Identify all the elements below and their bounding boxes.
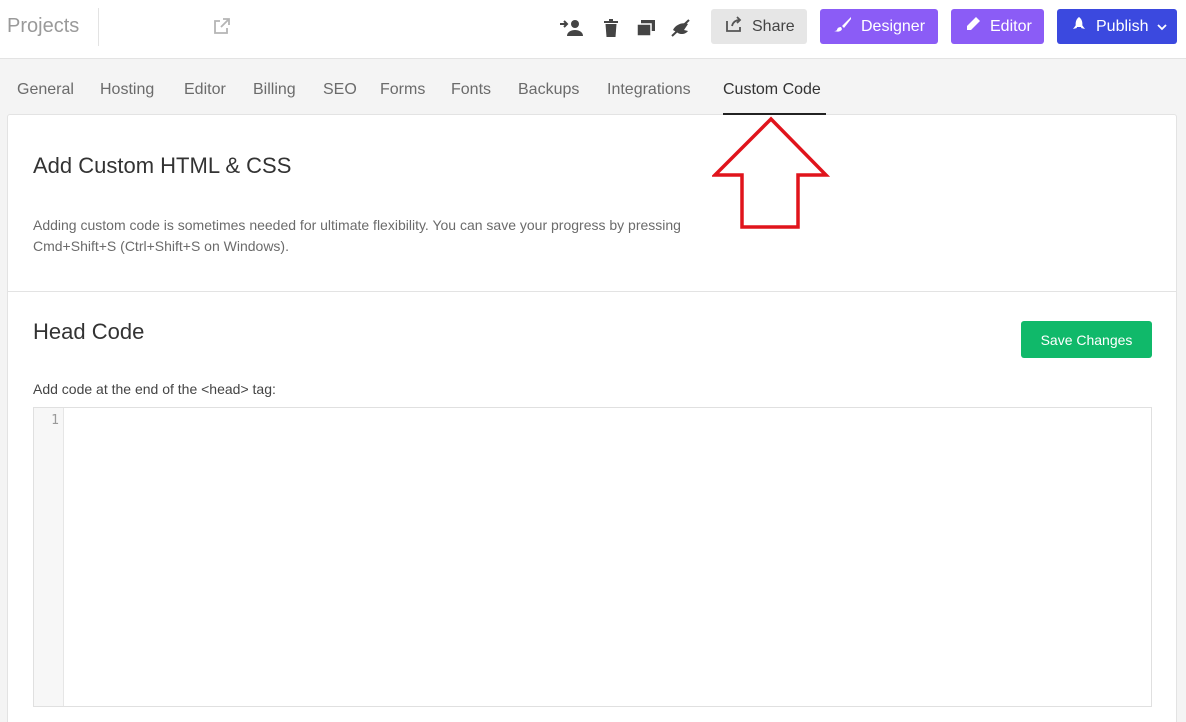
line-gutter: 1 <box>34 408 64 706</box>
head-code-editor[interactable]: 1 <box>33 407 1152 707</box>
section-title: Add Custom HTML & CSS <box>33 153 292 178</box>
pencil-icon <box>965 16 981 37</box>
custom-code-panel: Add Custom HTML & CSS Adding custom code… <box>7 114 1177 722</box>
transfer-user-icon[interactable] <box>558 15 584 41</box>
tab-integrations[interactable]: Integrations <box>607 81 691 99</box>
tab-fonts[interactable]: Fonts <box>451 81 491 99</box>
tab-hosting[interactable]: Hosting <box>100 81 154 99</box>
designer-label: Designer <box>861 17 926 35</box>
duplicate-icon[interactable] <box>633 15 659 41</box>
active-tab-indicator <box>723 113 826 115</box>
tab-seo[interactable]: SEO <box>323 81 357 99</box>
chevron-down-icon <box>1157 18 1168 36</box>
annotation-arrow-icon <box>712 116 830 229</box>
head-code-label: Add code at the end of the <head> tag: <box>33 381 276 397</box>
save-changes-button[interactable]: Save Changes <box>1021 321 1152 358</box>
trash-icon[interactable] <box>598 15 624 41</box>
editor-button[interactable]: Editor <box>951 9 1044 44</box>
divider <box>98 8 99 46</box>
tab-editor[interactable]: Editor <box>184 81 226 99</box>
tab-general[interactable]: General <box>17 81 74 99</box>
top-bar: Projects Share Designer Editor Publish <box>0 0 1186 59</box>
tab-backups[interactable]: Backups <box>518 81 579 99</box>
unpublish-icon[interactable] <box>668 15 694 41</box>
tab-billing[interactable]: Billing <box>253 81 296 99</box>
projects-link[interactable]: Projects <box>7 15 79 38</box>
settings-tabs: General Hosting Editor Billing SEO Forms… <box>0 60 1186 115</box>
designer-button[interactable]: Designer <box>820 9 938 44</box>
publish-button[interactable]: Publish <box>1057 9 1177 44</box>
brush-icon <box>834 16 852 37</box>
external-link-icon[interactable] <box>212 16 232 36</box>
share-label: Share <box>752 17 795 35</box>
share-button[interactable]: Share <box>711 9 807 44</box>
code-input[interactable] <box>65 408 1151 706</box>
section-divider <box>8 291 1176 292</box>
rocket-icon <box>1071 16 1087 37</box>
tab-forms[interactable]: Forms <box>380 81 425 99</box>
tab-custom-code[interactable]: Custom Code <box>723 81 821 99</box>
share-icon <box>725 16 743 37</box>
head-code-title: Head Code <box>33 319 145 344</box>
editor-label: Editor <box>990 17 1032 35</box>
publish-label: Publish <box>1096 17 1149 35</box>
line-number: 1 <box>51 413 59 428</box>
section-description: Adding custom code is sometimes needed f… <box>33 217 681 254</box>
